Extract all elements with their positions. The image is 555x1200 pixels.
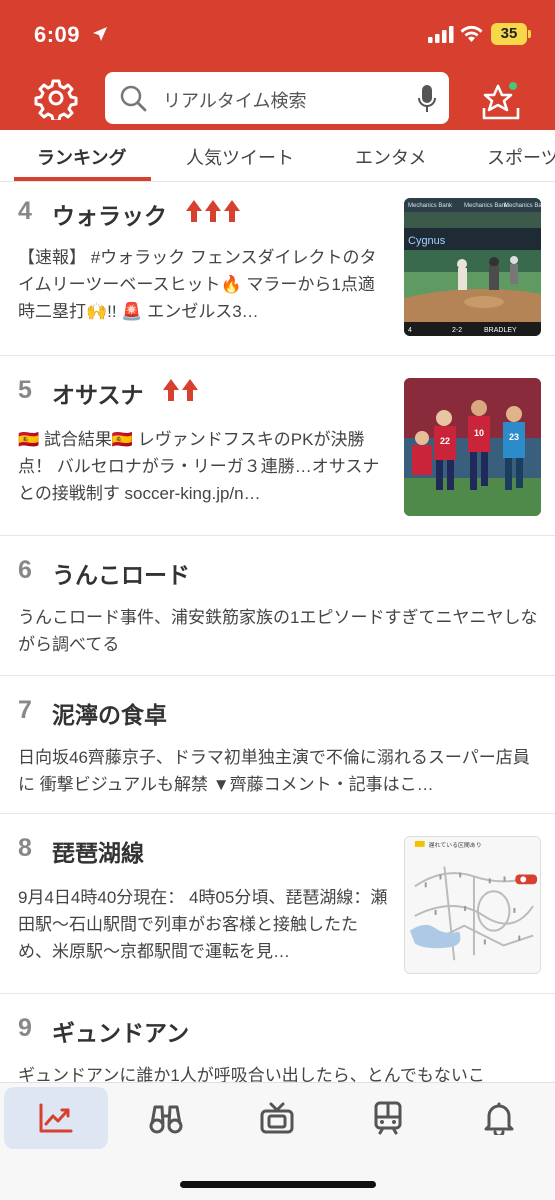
tab-popular-tweets[interactable]: 人気ツイート	[186, 144, 294, 170]
ranking-list: 4 ウォラック 【速報】 #ウォラック フェンスダイレクトのタイムリーツーベース…	[0, 182, 555, 1082]
thumb-jersey-a: 22	[440, 436, 450, 446]
search-input[interactable]: リアルタイム検索	[105, 72, 449, 124]
nav-discover[interactable]	[114, 1087, 218, 1149]
battery-indicator: 35	[491, 23, 527, 45]
tab-ranking[interactable]: ランキング	[37, 144, 126, 170]
list-item[interactable]: 9 ギュンドアン ギュンドアンに誰か1人が呼吸合い出したら、とんでもないこ	[0, 994, 555, 1082]
thumb-score: 4	[408, 327, 412, 334]
soccer-thumbnail: 22 10 23	[404, 378, 541, 516]
rank-number: 7	[18, 696, 32, 724]
status-bar: 6:09 35	[0, 0, 555, 70]
thumb-brand-right: Mechanics Bank	[504, 203, 541, 209]
item-description: 9月4日4時40分現在： 4時05分頃、琵琶湖線：瀬田駅〜石山駅間で列車がお客様…	[18, 888, 388, 961]
item-title: 泥濘の食卓	[52, 702, 167, 728]
search-icon	[120, 85, 147, 112]
home-indicator	[180, 1181, 376, 1188]
rank-number: 5	[18, 376, 32, 404]
tv-icon	[260, 1102, 294, 1134]
battery-tip	[528, 30, 531, 38]
thumb-team-text: Cygnus	[408, 235, 446, 247]
rank-number: 9	[18, 1014, 32, 1042]
tab-entertainment[interactable]: エンタメ	[355, 144, 426, 170]
category-tabs: ランキング 人気ツイート エンタメ スポーツ	[0, 130, 555, 182]
trend-up-arrows-icon	[163, 379, 198, 401]
wifi-icon	[460, 25, 483, 42]
binoculars-icon	[149, 1105, 183, 1134]
thumb-jersey-c: 23	[509, 432, 519, 442]
thumb-jersey-b: 10	[474, 428, 484, 438]
gear-icon	[34, 79, 78, 123]
item-title: うんこロード	[52, 562, 190, 588]
cellular-signal-icon	[428, 26, 454, 43]
item-title: オサスナ	[52, 382, 144, 408]
status-time: 6:09	[34, 22, 81, 47]
item-description: うんこロード事件、浦安鉄筋家族の1エピソードすぎてニヤニヤしながら調べてる	[18, 608, 538, 654]
rank-number: 4	[18, 197, 32, 225]
list-item[interactable]: 4 ウォラック 【速報】 #ウォラック フェンスダイレクトのタイムリーツーベース…	[0, 182, 555, 356]
item-description: 日向坂46齊藤京子、ドラマ初単独主演で不倫に溺れるスーパー店員に 衝撃ビジュアル…	[18, 748, 530, 794]
list-item[interactable]: 5 オサスナ 🇪🇸 試合結果🇪🇸 レヴァンドフスキのPKが決勝点！ バルセロナが…	[0, 356, 555, 536]
app-header: 6:09 35 リアルタイム検索	[0, 0, 555, 130]
bell-icon	[484, 1102, 514, 1135]
tab-sports[interactable]: スポーツ	[487, 144, 555, 170]
settings-button[interactable]	[34, 76, 78, 123]
train-icon	[374, 1101, 402, 1135]
rank-number: 8	[18, 834, 32, 862]
list-item[interactable]: 6 うんこロード うんこロード事件、浦安鉄筋家族の1エピソードすぎてニヤニヤしな…	[0, 536, 555, 676]
list-item[interactable]: 7 泥濘の食卓 日向坂46齊藤京子、ドラマ初単独主演で不倫に溺れるスーパー店員に…	[0, 676, 555, 814]
notification-dot	[507, 80, 519, 92]
thumb-count: 2-2	[452, 327, 462, 334]
item-description: 🇪🇸 試合結果🇪🇸 レヴァンドフスキのPKが決勝点！ バルセロナがラ・リーガ３連…	[18, 430, 380, 503]
thumb-legend-text: 遅れている区間あり	[429, 842, 482, 849]
nav-ranking[interactable]	[4, 1087, 108, 1149]
active-tab-indicator	[14, 177, 151, 181]
thumb-player: BRADLEY	[484, 327, 517, 334]
thumb-brand-left: Mechanics Bank	[408, 203, 453, 209]
item-title: 琵琶湖線	[52, 840, 144, 866]
microphone-icon[interactable]	[417, 84, 437, 114]
trend-chart-icon	[39, 1103, 73, 1133]
nav-tv[interactable]	[225, 1087, 329, 1149]
thumb-brand-center: Mechanics Bank	[464, 203, 509, 209]
rank-number: 6	[18, 556, 32, 584]
item-description: 【速報】 #ウォラック フェンスダイレクトのタイムリーツーベースヒット🔥 マラー…	[18, 248, 377, 321]
favorites-button[interactable]	[478, 76, 526, 124]
item-title: ウォラック	[52, 203, 167, 229]
item-description: ギュンドアンに誰か1人が呼吸合い出したら、とんでもないこ	[18, 1066, 485, 1082]
location-arrow-icon	[93, 27, 107, 41]
search-placeholder: リアルタイム検索	[163, 91, 307, 111]
star-box-icon	[482, 84, 520, 120]
nav-notifications[interactable]	[447, 1087, 551, 1149]
item-title: ギュンドアン	[52, 1020, 190, 1046]
baseball-thumbnail: Mechanics Bank Mechanics Bank Mechanics …	[404, 198, 541, 336]
trend-up-arrows-icon	[186, 200, 240, 222]
train-map-thumbnail: 遅れている区間あり	[404, 836, 541, 974]
list-item[interactable]: 8 琵琶湖線 9月4日4時40分現在： 4時05分頃、琵琶湖線：瀬田駅〜石山駅間…	[0, 814, 555, 994]
nav-train[interactable]	[336, 1087, 440, 1149]
